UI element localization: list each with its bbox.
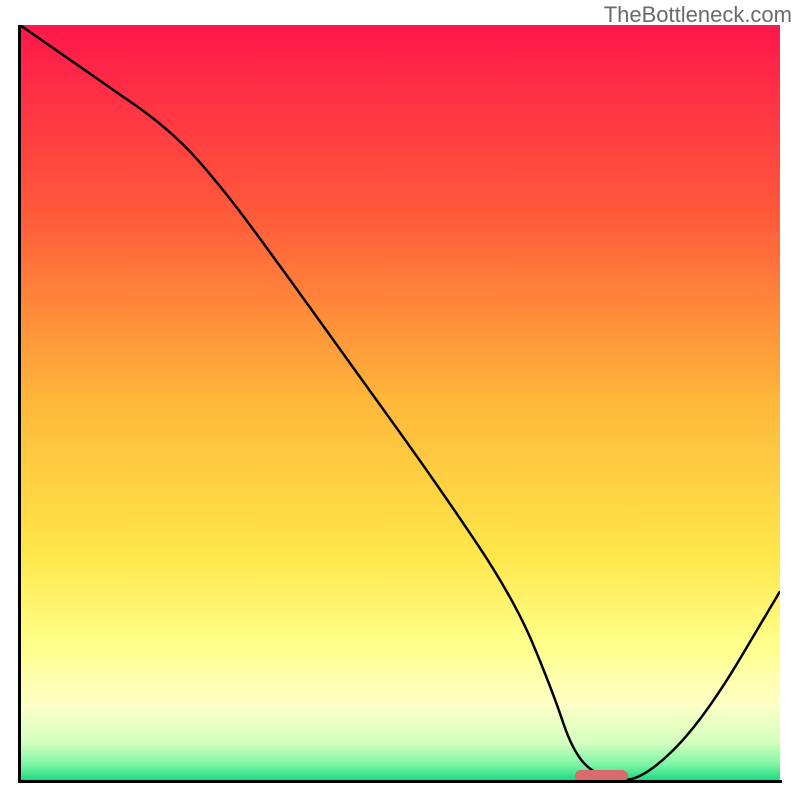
chart-curve [20, 25, 780, 780]
y-axis-line [18, 25, 21, 782]
watermark-text: TheBottleneck.com [604, 2, 792, 28]
x-axis-line [18, 780, 782, 783]
plot-area [20, 25, 780, 780]
